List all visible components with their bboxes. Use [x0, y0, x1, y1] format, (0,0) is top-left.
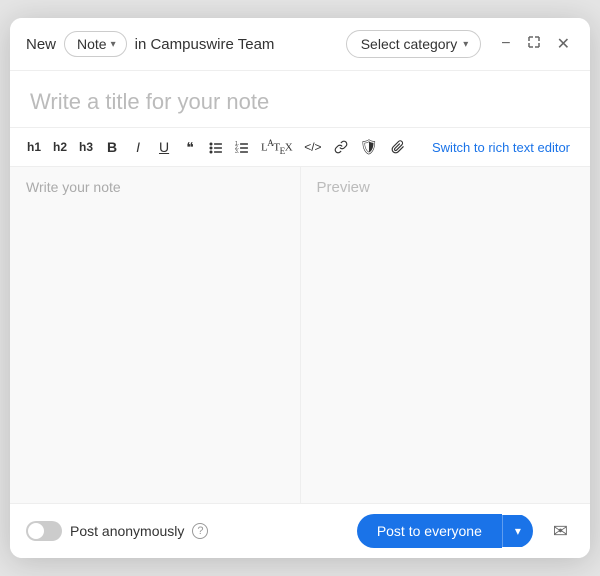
minimize-icon: −	[501, 35, 510, 53]
close-button[interactable]: ✕	[553, 32, 574, 56]
switch-editor-button[interactable]: Switch to rich text editor	[424, 136, 578, 159]
editor-toolbar: h1 h2 h3 B I U ❝ 1. 2. 3.	[10, 128, 590, 167]
editor-pane	[10, 167, 301, 503]
close-icon: ✕	[557, 34, 570, 54]
select-category-label: Select category	[361, 36, 458, 52]
preview-label: Preview	[317, 179, 370, 196]
svg-text:3.: 3.	[235, 149, 239, 154]
h1-button[interactable]: h1	[22, 136, 46, 158]
post-anonymous-label: Post anonymously	[70, 523, 184, 539]
note-type-chevron-icon: ▾	[111, 39, 116, 50]
editor-area: Preview	[10, 167, 590, 503]
ordered-list-button[interactable]: 1. 2. 3.	[230, 136, 254, 158]
post-chevron-button[interactable]: ▾	[502, 515, 533, 547]
note-textarea[interactable]	[26, 179, 284, 491]
attach-button[interactable]	[386, 136, 410, 158]
mail-icon: ✉	[553, 521, 568, 541]
expand-icon	[527, 35, 541, 54]
bullet-list-button[interactable]	[204, 136, 228, 158]
header-actions: − ✕	[497, 32, 574, 56]
post-button[interactable]: Post to everyone	[357, 514, 502, 548]
h3-button[interactable]: h3	[74, 136, 98, 158]
in-label: in Campuswire Team	[135, 36, 275, 53]
post-chevron-icon: ▾	[515, 524, 521, 538]
select-category-chevron-icon: ▾	[463, 39, 468, 50]
post-button-group: Post to everyone ▾	[357, 514, 533, 548]
shield-button[interactable]: 🛡	[355, 134, 384, 160]
note-type-dropdown[interactable]: Note ▾	[64, 31, 127, 57]
minimize-button[interactable]: −	[497, 33, 514, 55]
latex-button[interactable]: LATEX	[256, 134, 297, 160]
anonymous-toggle[interactable]	[26, 521, 62, 541]
note-type-label: Note	[77, 36, 107, 52]
modal-footer: Post anonymously ? Post to everyone ▾ ✉	[10, 503, 590, 558]
compose-modal: New Note ▾ in Campuswire Team Select cat…	[10, 18, 590, 558]
h2-button[interactable]: h2	[48, 136, 72, 158]
select-category-button[interactable]: Select category ▾	[346, 30, 482, 58]
help-icon[interactable]: ?	[192, 523, 208, 539]
quote-button[interactable]: ❝	[178, 135, 202, 160]
latex-label: LATEX	[261, 138, 292, 156]
italic-button[interactable]: I	[126, 135, 150, 159]
bold-button[interactable]: B	[100, 135, 124, 159]
title-input[interactable]	[30, 89, 570, 115]
code-button[interactable]: </>	[299, 136, 326, 158]
modal-header: New Note ▾ in Campuswire Team Select cat…	[10, 18, 590, 71]
link-button[interactable]	[329, 136, 353, 158]
title-area	[10, 71, 590, 128]
preview-pane: Preview	[301, 167, 591, 503]
mail-button[interactable]: ✉	[547, 517, 574, 546]
expand-button[interactable]	[523, 33, 545, 56]
new-label: New	[26, 36, 56, 53]
underline-button[interactable]: U	[152, 135, 176, 159]
